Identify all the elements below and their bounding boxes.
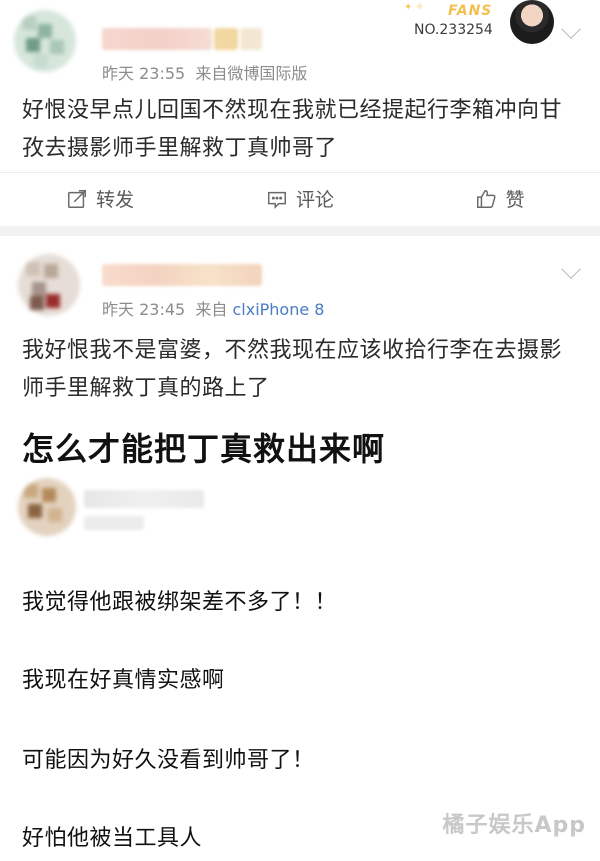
post-source-link[interactable]: clxiPhone 8 [232, 300, 324, 319]
thumbs-up-icon [477, 189, 497, 208]
headline: 怎么才能把丁真救出来啊 [22, 430, 386, 468]
post-text: 好恨没早点儿回国不然现在我就已经提起行李箱冲向甘孜去摄影师手里解救丁真帅哥了 [22, 98, 563, 161]
user-avatar[interactable] [14, 10, 76, 72]
chevron-down-icon[interactable] [561, 19, 581, 39]
chevron-down-icon[interactable] [561, 259, 581, 279]
comment-button[interactable]: 评论 [200, 173, 400, 224]
username-blurred[interactable] [102, 264, 262, 286]
repost-label: 转发 [95, 189, 134, 211]
comment-line: 我现在好真情实感啊 [22, 668, 225, 693]
username-blurred[interactable] [84, 490, 204, 508]
repost-icon [68, 189, 86, 208]
comment-line: 可能因为好久没看到帅哥了！ [22, 748, 315, 773]
post-source[interactable]: 来自微博国际版 [195, 64, 307, 83]
post-time: 昨天 23:55 [102, 64, 186, 83]
username-blurred-tag [214, 28, 238, 50]
like-label: 赞 [505, 189, 525, 211]
sparkle-icon: ✦ ✧ [404, 2, 424, 13]
fans-title: FANS [448, 3, 493, 19]
comment-line: 好怕他被当工具人 [22, 826, 203, 851]
comment-line: 我觉得他跟被绑架差不多了！！ [22, 590, 338, 615]
post-source-prefix: 来自 [195, 300, 228, 319]
post-meta: 昨天 23:55 来自微博国际版 [102, 60, 307, 84]
post-divider [0, 226, 600, 236]
comment-label: 评论 [295, 189, 334, 211]
watermark: 橘子娱乐App [442, 813, 586, 838]
repost-button[interactable]: 转发 [0, 173, 200, 224]
user-avatar[interactable] [18, 254, 80, 316]
username-blurred[interactable] [102, 28, 212, 50]
fans-badge[interactable]: ✦ ✧ FANS NO.233254 [402, 0, 554, 44]
weibo-post-1: 昨天 23:55 来自微博国际版 ✦ ✧ FANS NO.233254 好恨没早… [0, 0, 600, 226]
comment-icon [268, 191, 286, 209]
meta-blurred [84, 516, 144, 530]
username-blurred-tail [240, 28, 262, 50]
user-avatar[interactable] [18, 478, 76, 536]
post-time: 昨天 23:45 [102, 300, 186, 319]
like-button[interactable]: 赞 [400, 173, 600, 224]
post-text: 我好恨我不是富婆，不然我现在应该收拾行李在去摄影师手里解救丁真的路上了 [22, 338, 563, 401]
weibo-post-2: 昨天 23:45 来自 clxiPhone 8 我好恨我不是富婆，不然我现在应该… [0, 236, 600, 401]
fans-number: NO.233254 [414, 22, 493, 38]
fans-avatar [510, 0, 554, 44]
post-actions: 转发 评论 赞 [0, 172, 600, 224]
post-meta: 昨天 23:45 来自 clxiPhone 8 [102, 296, 324, 320]
